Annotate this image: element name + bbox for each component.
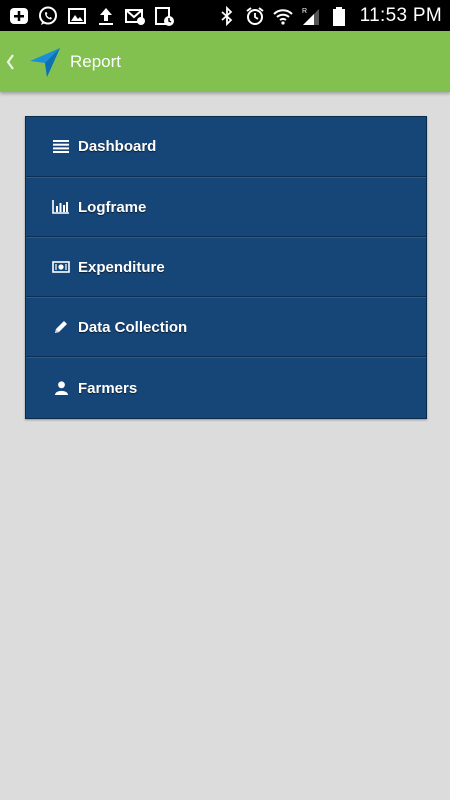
chevron-left-icon[interactable] [4,50,18,74]
status-bar-notifications [0,5,175,27]
user-icon [51,380,71,396]
menu-item-label: Dashboard [78,138,157,155]
menu-item-dashboard[interactable]: Dashboard [26,117,426,177]
menu-item-label: Farmers [78,379,138,397]
bar-chart-icon [51,199,71,215]
image-icon [66,5,88,27]
signal-icon: R [300,5,322,27]
mail-notification-icon [124,5,146,27]
battery-icon [328,5,350,27]
svg-text:R: R [302,8,307,15]
status-clock: 11:53 PM [359,4,442,26]
whatsapp-icon [37,5,59,27]
menu-item-expenditure[interactable]: Expenditure [26,237,426,297]
menu-item-farmers[interactable]: Farmers [26,357,426,418]
menu-item-data-collection[interactable]: Data Collection [26,297,426,357]
action-bar: Report [0,31,450,92]
add-box-icon [8,5,30,27]
bluetooth-icon [216,5,238,27]
menu-item-logframe[interactable]: Logframe [26,177,426,237]
report-menu: Dashboard Logframe Expenditure Data Coll… [25,116,427,419]
navigation-arrow-icon[interactable] [28,45,62,79]
page-title: Report [70,51,122,71]
status-bar-system: R 11:53 PM [216,5,450,27]
list-icon [51,139,71,155]
menu-item-label: Expenditure [78,258,165,276]
upload-icon [95,5,117,27]
alarm-icon [244,5,266,27]
menu-item-label: Data Collection [78,318,188,336]
money-icon [51,259,71,275]
wifi-icon [272,5,294,27]
status-bar: R 11:53 PM [0,0,450,31]
calendar-clock-icon [153,5,175,27]
menu-item-label: Logframe [78,198,147,216]
pencil-icon [51,319,71,335]
